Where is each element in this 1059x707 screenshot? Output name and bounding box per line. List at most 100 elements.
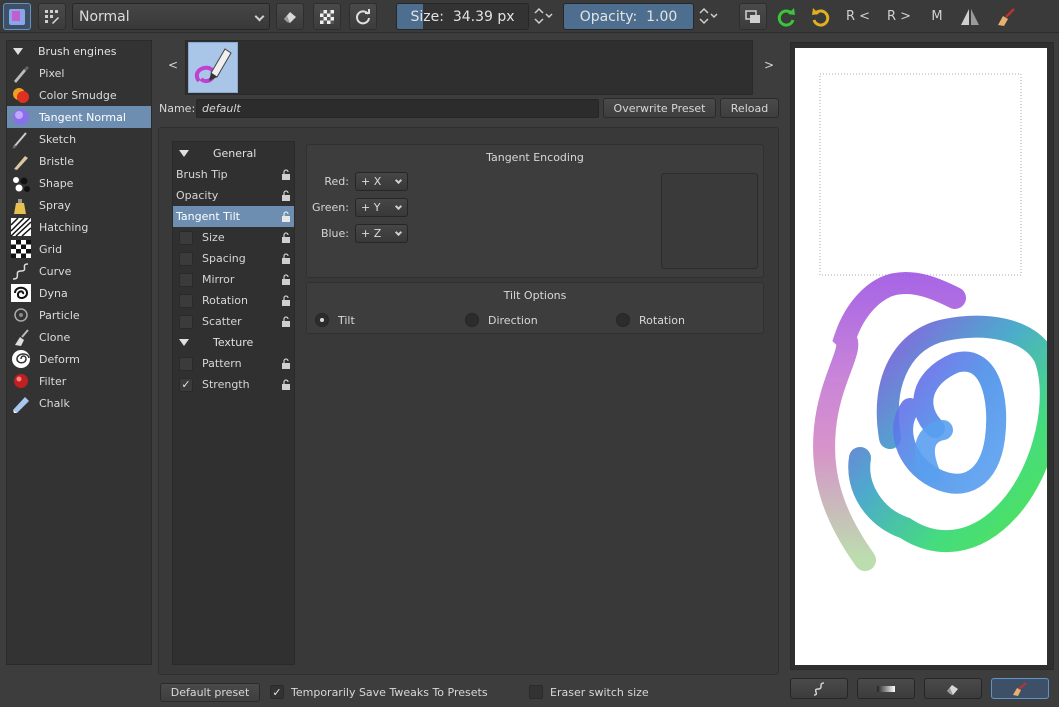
lock-icon[interactable] <box>281 379 291 390</box>
scratchpad-fill-button[interactable] <box>790 678 848 699</box>
engine-item-curve[interactable]: Curve <box>7 260 151 282</box>
lock-icon[interactable] <box>281 169 291 180</box>
mirror-canvas-button[interactable] <box>957 4 983 29</box>
brush-preset-picker-button[interactable] <box>3 3 31 30</box>
engine-item-shape[interactable]: Shape <box>7 172 151 194</box>
lock-icon[interactable] <box>281 295 291 306</box>
option-scatter[interactable]: Scatter <box>173 311 294 332</box>
engine-item-pixel[interactable]: Pixel <box>7 62 151 84</box>
opacity-slider[interactable]: Opacity: 1.00 <box>563 3 694 30</box>
engine-item-chalk[interactable]: Chalk <box>7 392 151 414</box>
engine-item-clone[interactable]: Clone <box>7 326 151 348</box>
option-spacing[interactable]: Spacing <box>173 248 294 269</box>
scratchpad-gradient-button[interactable] <box>857 678 915 699</box>
direction-radio[interactable]: Direction <box>465 313 538 327</box>
mirror-m-button[interactable]: M <box>925 4 949 29</box>
lock-icon[interactable] <box>281 190 291 201</box>
preset-name-input[interactable]: default <box>196 99 599 118</box>
reload-preset-text-button[interactable]: Reload <box>720 98 779 118</box>
engine-item-bristle[interactable]: Bristle <box>7 150 151 172</box>
engine-item-dyna[interactable]: Dyna <box>7 282 151 304</box>
redo-button[interactable] <box>773 4 801 29</box>
lock-icon[interactable] <box>281 211 291 222</box>
brush-engines-header[interactable]: Brush engines <box>7 41 151 62</box>
lock-icon[interactable] <box>281 316 291 327</box>
preset-prev-button[interactable]: < <box>168 58 178 72</box>
engine-item-sketch[interactable]: Sketch <box>7 128 151 150</box>
option-tangent-tilt[interactable]: Tangent Tilt <box>173 206 294 227</box>
option-checkbox-checked[interactable]: ✓ <box>179 377 193 392</box>
undo-icon <box>812 7 830 27</box>
option-checkbox[interactable] <box>179 230 193 245</box>
option-size[interactable]: Size <box>173 227 294 248</box>
opacity-spin-button[interactable] <box>697 5 721 29</box>
option-checkbox[interactable] <box>179 293 193 308</box>
eraser-switch-size-checkbox[interactable]: Eraser switch size <box>529 683 649 701</box>
option-brush-tip[interactable]: Brush Tip <box>173 164 294 185</box>
engine-item-label: Clone <box>39 330 71 344</box>
reload-right-button[interactable]: R < <box>843 4 873 29</box>
engine-item-label: Curve <box>39 264 72 278</box>
overwrite-preset-button[interactable]: Overwrite Preset <box>603 98 716 118</box>
option-mirror[interactable]: Mirror <box>173 269 294 290</box>
scratchpad-reset-button[interactable] <box>991 678 1049 699</box>
undo-button[interactable] <box>806 4 834 29</box>
option-strength[interactable]: ✓ Strength <box>173 374 294 395</box>
engine-item-color-smudge[interactable]: Color Smudge <box>7 84 151 106</box>
brush-editor-button[interactable] <box>38 3 66 30</box>
checkbox-unchecked[interactable] <box>529 685 543 699</box>
scratchpad-canvas[interactable] <box>795 48 1047 665</box>
option-label: Opacity <box>176 189 219 202</box>
brush-size-slider[interactable]: Size: 34.39 px <box>396 3 529 30</box>
lock-icon[interactable] <box>281 253 291 264</box>
option-checkbox[interactable] <box>179 251 193 266</box>
default-preset-button[interactable]: Default preset <box>160 683 260 702</box>
reload-left-button[interactable]: R > <box>884 4 914 29</box>
tilt-radio[interactable]: Tilt <box>315 313 355 327</box>
option-rotation[interactable]: Rotation <box>173 290 294 311</box>
eraser-mode-button[interactable] <box>276 3 304 30</box>
scratchpad-clear-button[interactable] <box>924 678 982 699</box>
rotation-radio[interactable]: Rotation <box>616 313 685 327</box>
checkbox-checked[interactable]: ✓ <box>270 685 284 699</box>
sketch-brush-icon <box>10 129 32 149</box>
preset-thumbnail[interactable] <box>188 42 238 93</box>
gradient-icon <box>877 685 895 692</box>
blue-channel-select[interactable]: + Z <box>355 224 408 243</box>
option-checkbox[interactable] <box>179 356 193 371</box>
option-label: Spacing <box>202 252 246 265</box>
preset-next-button[interactable]: > <box>764 58 774 72</box>
option-opacity[interactable]: Opacity <box>173 185 294 206</box>
option-label: Size <box>202 231 225 244</box>
general-section-header[interactable]: General <box>173 143 294 164</box>
green-channel-select[interactable]: + Y <box>355 198 408 217</box>
engine-item-label: Spray <box>39 198 71 212</box>
brush-broom-icon <box>998 7 1015 26</box>
red-channel-select[interactable]: + X <box>355 172 408 191</box>
engine-item-deform[interactable]: Deform <box>7 348 151 370</box>
texture-section-header[interactable]: Texture <box>173 332 294 353</box>
lock-icon[interactable] <box>281 274 291 285</box>
engine-item-grid[interactable]: Grid <box>7 238 151 260</box>
reload-preset-button[interactable] <box>349 3 377 30</box>
grid-brush-icon <box>10 239 32 259</box>
lock-icon[interactable] <box>281 358 291 369</box>
workspace-icon <box>745 9 760 23</box>
option-checkbox[interactable] <box>179 314 193 329</box>
blend-mode-select[interactable]: Normal <box>72 3 270 30</box>
engine-item-tangent-normal[interactable]: Tangent Normal <box>7 106 151 128</box>
option-pattern[interactable]: Pattern <box>173 353 294 374</box>
size-spin-button[interactable] <box>532 5 556 29</box>
brush-clear-button[interactable] <box>991 4 1021 29</box>
engine-item-spray[interactable]: Spray <box>7 194 151 216</box>
lock-icon[interactable] <box>281 232 291 243</box>
workspace-button[interactable] <box>739 3 767 30</box>
engine-item-filter[interactable]: Filter <box>7 370 151 392</box>
engine-item-label: Chalk <box>39 396 70 410</box>
save-tweaks-checkbox[interactable]: ✓ Temporarily Save Tweaks To Presets <box>270 683 488 701</box>
engine-item-label: Deform <box>39 352 80 366</box>
preserve-alpha-button[interactable] <box>313 3 341 30</box>
engine-item-hatching[interactable]: Hatching <box>7 216 151 238</box>
option-checkbox[interactable] <box>179 272 193 287</box>
engine-item-particle[interactable]: Particle <box>7 304 151 326</box>
